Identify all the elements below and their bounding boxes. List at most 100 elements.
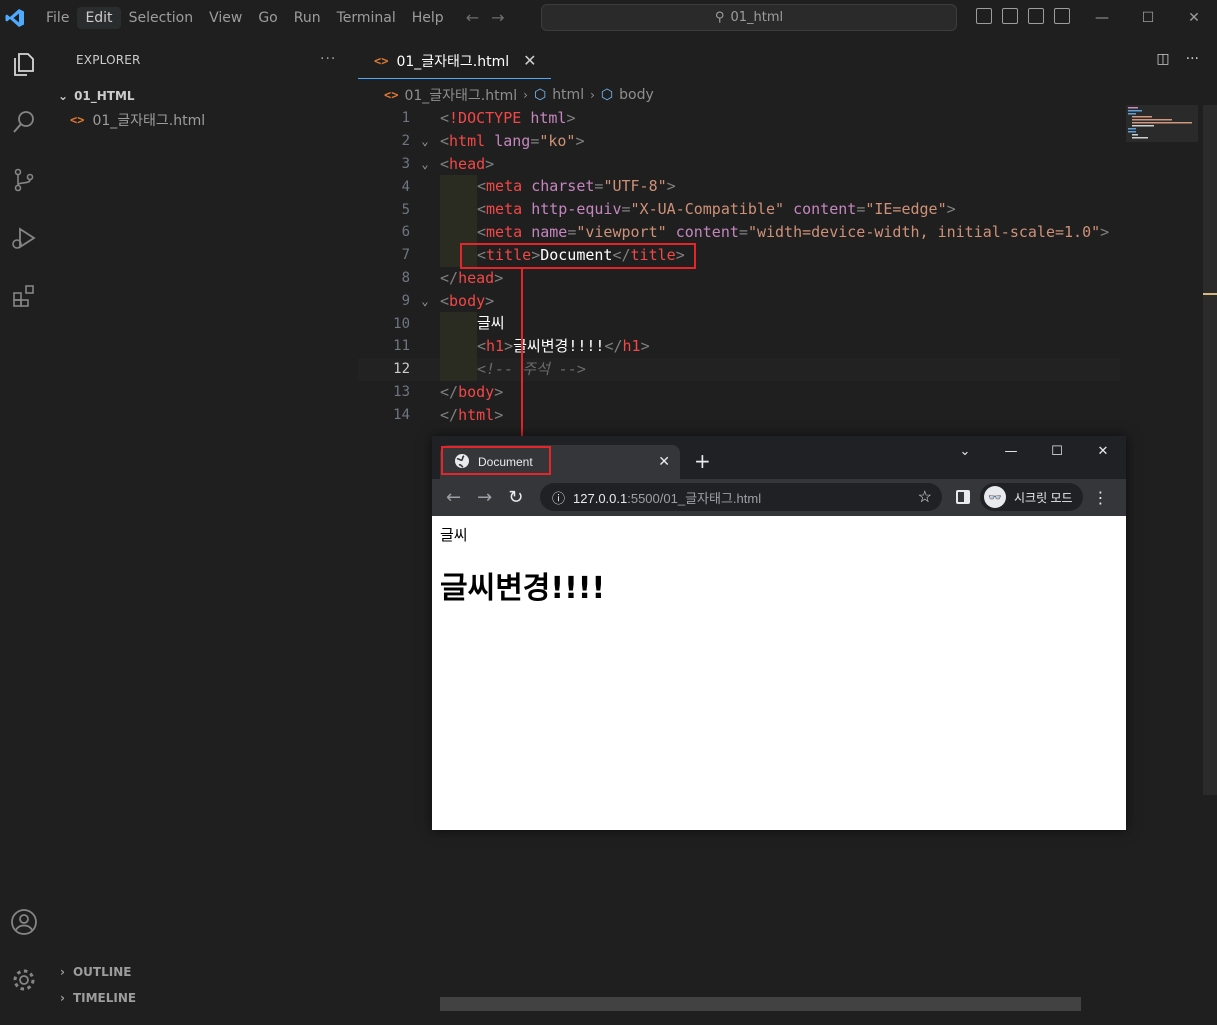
element-icon: ⬡	[533, 87, 547, 103]
url-host: 127.0.0.1	[573, 490, 628, 506]
new-tab-icon[interactable]: +	[694, 449, 711, 473]
incognito-badge[interactable]: 👓 시크릿 모드	[980, 483, 1083, 511]
minimize-icon[interactable]: —	[1079, 0, 1125, 35]
menu-bar: File Edit Selection View Go Run Terminal…	[38, 6, 452, 29]
folder-row[interactable]: ⌄ 01_HTML	[58, 85, 135, 107]
code-text: </head>	[440, 268, 504, 287]
breadcrumb-html[interactable]: html	[552, 87, 584, 103]
close-tab-icon[interactable]: ✕	[523, 51, 536, 70]
page-heading: 글씨변경!!!!	[440, 571, 606, 606]
customize-layout-icon[interactable]	[1054, 8, 1070, 24]
browser-window-controls: ⌄ — ☐ ✕	[942, 436, 1126, 466]
line-number: 13	[393, 383, 410, 400]
forward-arrow-icon[interactable]: →	[491, 8, 504, 27]
maximize-icon[interactable]: ☐	[1125, 0, 1171, 35]
editor-tabs: <> 01_글자태그.html ✕ ◫ ···	[358, 35, 1217, 85]
code-text: </html>	[440, 405, 504, 424]
close-icon[interactable]: ✕	[1080, 436, 1126, 466]
back-arrow-icon[interactable]: ←	[466, 8, 479, 27]
maximize-icon[interactable]: ☐	[1034, 436, 1080, 466]
command-center-search[interactable]: ⚲ 01_html	[541, 4, 957, 31]
code-line: 6 <meta name="viewport" content="width=d…	[358, 220, 1120, 244]
breadcrumb-file[interactable]: 01_글자태그.html	[404, 85, 517, 105]
line-number: 4	[401, 178, 410, 195]
editor-actions: ◫ ···	[1156, 51, 1199, 67]
chevron-down-icon[interactable]: ⌄	[410, 157, 440, 171]
search-sidebar-icon[interactable]	[0, 93, 48, 151]
back-arrow-icon[interactable]: ←	[446, 487, 461, 508]
source-control-icon[interactable]	[0, 151, 48, 209]
menu-terminal[interactable]: Terminal	[329, 7, 404, 29]
tab-search-chevron-icon[interactable]: ⌄	[942, 436, 988, 466]
code-line: 3 ⌄ <head>	[358, 153, 1120, 176]
line-number: 7	[401, 247, 410, 264]
chevron-right-icon: ›	[523, 88, 528, 102]
run-debug-icon[interactable]	[0, 209, 48, 267]
search-text: 01_html	[730, 10, 784, 25]
timeline-section[interactable]: › TIMELINE	[60, 987, 136, 1009]
activity-bar	[0, 35, 48, 1015]
line-number: 2	[401, 133, 410, 150]
code-line: 1 <!DOCTYPE html>	[358, 107, 1120, 130]
highlight-connector-line	[521, 269, 523, 448]
line-number: 6	[401, 224, 410, 241]
code-line: 9 ⌄ <body>	[358, 289, 1120, 312]
horizontal-scrollbar[interactable]	[440, 997, 1081, 1011]
code-line-current: 12 <!-- 주석 -->	[358, 357, 1120, 381]
menu-go[interactable]: Go	[250, 7, 285, 29]
forward-arrow-icon[interactable]: →	[477, 487, 492, 508]
minimize-icon[interactable]: —	[988, 436, 1034, 466]
chevron-right-icon: ›	[60, 965, 65, 979]
url-path: :5500/01_글자태그.html	[627, 490, 762, 506]
line-number: 5	[401, 201, 410, 218]
browser-window: Document ✕ + ⌄ — ☐ ✕ ← → ↻ ⓘ 127.0.0.1:5…	[432, 436, 1126, 830]
extensions-icon[interactable]	[0, 267, 48, 325]
side-panel-icon[interactable]	[956, 490, 970, 504]
accounts-icon[interactable]	[0, 893, 48, 951]
address-bar[interactable]: ⓘ 127.0.0.1:5500/01_글자태그.html ☆	[540, 483, 942, 511]
chevron-down-icon[interactable]: ⌄	[410, 294, 440, 308]
title-tag-highlight	[460, 243, 696, 269]
menu-view[interactable]: View	[201, 7, 250, 29]
code-line: 10 글씨	[358, 312, 1120, 336]
code-text: <meta name="viewport" content="width=dev…	[440, 220, 1109, 244]
reload-icon[interactable]: ↻	[508, 487, 523, 508]
chevron-down-icon[interactable]: ⌄	[410, 134, 440, 148]
toggle-primary-sidebar-icon[interactable]	[976, 8, 992, 24]
menu-file[interactable]: File	[38, 7, 77, 29]
breadcrumb-body[interactable]: body	[619, 87, 654, 103]
outline-section[interactable]: › OUTLINE	[60, 961, 131, 983]
info-icon[interactable]: ⓘ	[552, 488, 565, 507]
bookmark-star-icon[interactable]: ☆	[918, 487, 932, 507]
line-number: 1	[401, 110, 410, 127]
vertical-scrollbar[interactable]	[1203, 105, 1217, 795]
menu-help[interactable]: Help	[404, 7, 452, 29]
minimap[interactable]	[1126, 105, 1198, 145]
more-actions-icon[interactable]: ···	[320, 51, 336, 67]
menu-selection[interactable]: Selection	[121, 7, 202, 29]
close-tab-icon[interactable]: ✕	[658, 453, 670, 470]
element-icon: ⬡	[600, 87, 614, 103]
tab-file[interactable]: <> 01_글자태그.html ✕	[358, 43, 551, 79]
explorer-icon[interactable]	[0, 35, 48, 93]
close-icon[interactable]: ✕	[1171, 0, 1217, 35]
menu-run[interactable]: Run	[286, 7, 329, 29]
code-text: <!DOCTYPE html>	[440, 109, 576, 128]
manage-gear-icon[interactable]	[0, 951, 48, 1009]
browser-page-content: 글씨 글씨변경!!!!	[432, 516, 1126, 830]
chevron-right-icon: ›	[590, 88, 595, 102]
line-number: 11	[393, 338, 410, 355]
code-line: 14 </html>	[358, 403, 1120, 426]
chevron-down-icon: ⌄	[58, 89, 69, 103]
line-number: 12	[393, 361, 410, 378]
more-editor-actions-icon[interactable]: ···	[1186, 51, 1199, 67]
code-text: </body>	[440, 382, 504, 401]
browser-menu-icon[interactable]: ⋮	[1093, 488, 1109, 507]
code-line: 11 <h1>글씨변경!!!!</h1>	[358, 335, 1120, 358]
split-editor-icon[interactable]: ◫	[1156, 51, 1169, 67]
file-item[interactable]: <> 01_글자태그.html	[70, 109, 205, 131]
toggle-panel-icon[interactable]	[1002, 8, 1018, 24]
toggle-secondary-sidebar-icon[interactable]	[1028, 8, 1044, 24]
explorer-header: EXPLORER	[76, 53, 141, 67]
menu-edit[interactable]: Edit	[77, 6, 121, 29]
